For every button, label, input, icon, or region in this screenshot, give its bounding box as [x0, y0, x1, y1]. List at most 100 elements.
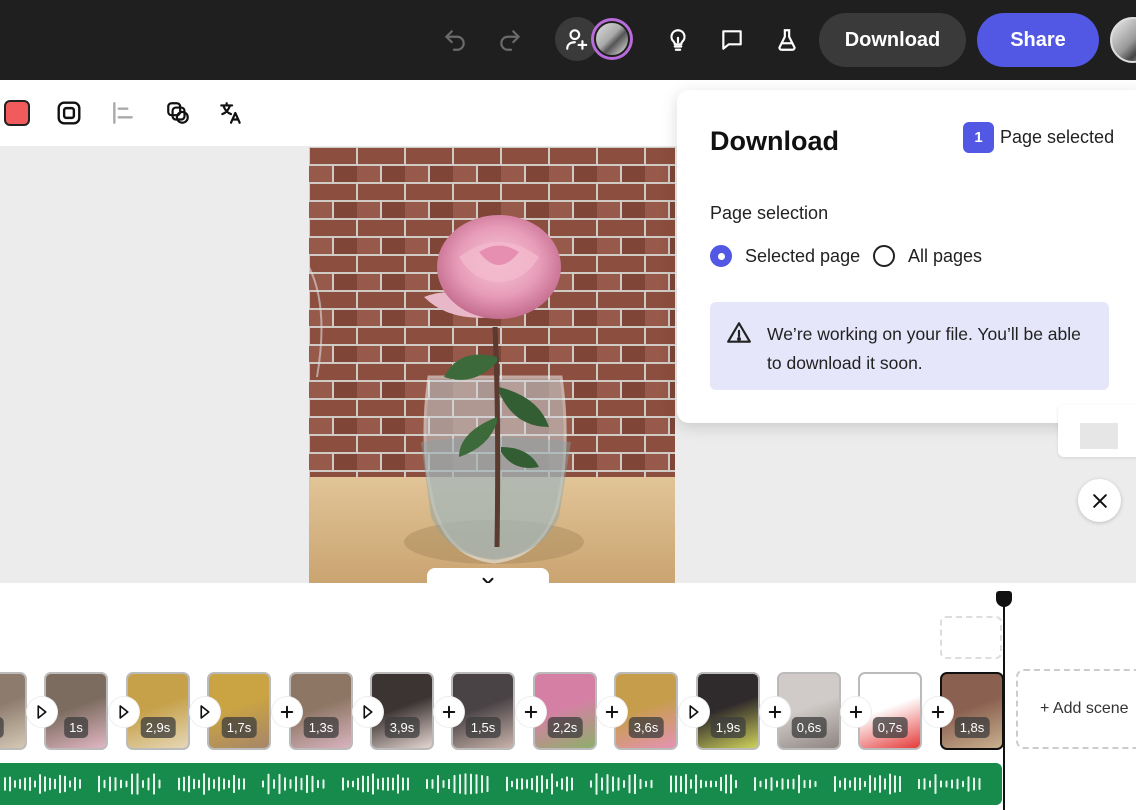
add-between-icon[interactable]: [272, 697, 302, 727]
waveform-bar: [183, 776, 185, 792]
collaborator-avatar[interactable]: [591, 18, 633, 60]
undo-icon[interactable]: [435, 20, 475, 60]
scene-duration: 0,6s: [791, 717, 827, 738]
waveform-bar: [951, 779, 953, 789]
waveform-bar: [506, 776, 508, 792]
waveform-bar: [918, 778, 920, 790]
radio-button-checked[interactable]: [710, 245, 732, 267]
transition-icon[interactable]: [679, 697, 709, 727]
side-panel-stub[interactable]: [1058, 405, 1136, 457]
beaker-icon[interactable]: [767, 20, 807, 60]
transition-icon[interactable]: [27, 697, 57, 727]
waveform-bar: [44, 776, 46, 792]
waveform-bar: [962, 780, 964, 788]
waveform-bar: [884, 778, 886, 790]
waveform-bar: [854, 777, 856, 791]
radio-all-pages[interactable]: All pages: [873, 245, 982, 267]
border-style-icon[interactable]: [52, 96, 86, 130]
waveform-bar: [809, 779, 811, 789]
playhead[interactable]: [1003, 600, 1005, 810]
waveform-bar: [29, 776, 31, 792]
waveform-bar: [628, 774, 631, 794]
waveform-bar: [814, 780, 817, 788]
waveform-bar: [670, 775, 672, 793]
waveform-bar: [238, 778, 240, 790]
radio-label: All pages: [908, 245, 983, 266]
add-between-icon[interactable]: [434, 697, 464, 727]
waveform-bar: [536, 775, 538, 793]
waveform-bar: [289, 779, 292, 789]
redo-icon[interactable]: [490, 20, 530, 60]
lightbulb-icon[interactable]: [658, 20, 698, 60]
waveform-bar: [278, 773, 281, 795]
download-button[interactable]: Download: [819, 13, 966, 67]
waveform-bar: [792, 778, 795, 790]
waveform-bar: [342, 777, 344, 791]
waveform-bar: [470, 773, 472, 795]
add-scene-button[interactable]: + Add scene: [1016, 669, 1136, 749]
radio-button[interactable]: [873, 245, 895, 267]
audio-track[interactable]: [0, 763, 1002, 805]
waveform-bar: [735, 779, 737, 789]
waveform-bar: [114, 777, 117, 791]
canvas-photo[interactable]: [309, 147, 675, 583]
transition-icon[interactable]: [353, 697, 383, 727]
radio-selected-page[interactable]: Selected page: [710, 245, 860, 267]
waveform-bar: [710, 780, 712, 788]
waveform-bar: [317, 779, 319, 789]
profile-avatar[interactable]: [1110, 17, 1136, 63]
waveform-bar: [208, 777, 210, 791]
waveform-bar: [486, 775, 489, 793]
waveform-bar: [803, 779, 806, 789]
waveform-bar: [19, 779, 21, 789]
transition-icon[interactable]: [109, 697, 139, 727]
waveform-bar: [178, 777, 180, 791]
scene-duration: s: [0, 717, 4, 738]
waveform-bar: [377, 778, 379, 790]
playhead-handle[interactable]: [996, 591, 1012, 607]
waveform-bar: [136, 773, 139, 795]
add-between-icon[interactable]: [760, 697, 790, 727]
waveform-bar: [894, 775, 896, 793]
waveform-bar: [859, 777, 861, 791]
close-button[interactable]: [1078, 479, 1121, 522]
align-icon[interactable]: [106, 96, 140, 130]
waveform-bar: [617, 777, 620, 791]
comment-icon[interactable]: [712, 20, 752, 60]
fill-color-swatch[interactable]: [0, 96, 34, 130]
translate-icon[interactable]: [214, 96, 248, 130]
waveform-bar: [59, 774, 61, 794]
waveform-bar: [397, 774, 399, 794]
add-between-icon[interactable]: [597, 697, 627, 727]
waveform-bar: [125, 780, 128, 788]
waveform-bar: [541, 775, 543, 793]
add-between-icon[interactable]: [516, 697, 546, 727]
transition-icon[interactable]: [190, 697, 220, 727]
waveform-bar: [685, 774, 687, 794]
waveform-bar: [606, 774, 609, 794]
share-button[interactable]: Share: [977, 13, 1099, 67]
waveform-bar: [566, 776, 568, 792]
waveform-bar: [864, 780, 866, 788]
waveform-bar: [267, 773, 270, 795]
waveform-bar: [623, 779, 625, 789]
waveform-bar: [69, 780, 71, 788]
waveform-bar: [595, 773, 598, 795]
scene-thumbnail[interactable]: s: [0, 672, 27, 750]
waveform-bar: [243, 778, 245, 790]
waveform-bar: [9, 776, 11, 792]
add-between-icon[interactable]: [923, 697, 953, 727]
waveform-bar: [889, 773, 891, 795]
waveform-bar: [131, 773, 133, 795]
page-selection-label: Page selection: [710, 203, 829, 223]
waveform-bar: [362, 775, 364, 793]
arrange-icon[interactable]: [161, 96, 195, 130]
waveform-bar: [956, 778, 959, 790]
waveform-bar: [213, 779, 215, 789]
warning-icon: [727, 322, 751, 343]
waveform-bar: [426, 778, 428, 790]
add-between-icon[interactable]: [841, 697, 871, 727]
waveform-bar: [188, 775, 190, 793]
scene-duration: 1s: [64, 717, 88, 738]
waveform-bar: [715, 780, 717, 788]
